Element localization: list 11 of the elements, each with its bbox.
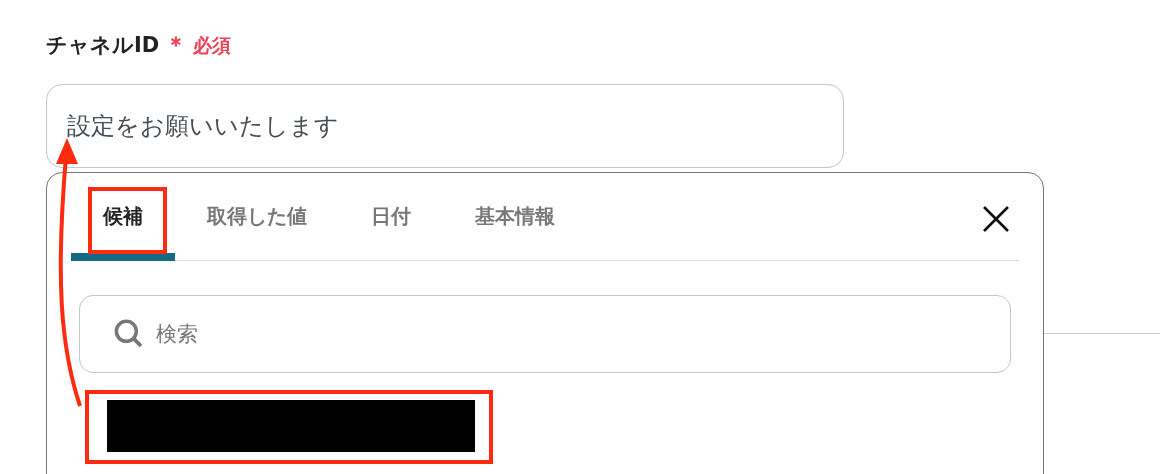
tab[interactable]: 基本情報 <box>443 201 587 261</box>
required-mark: ＊ <box>165 31 188 59</box>
channel-id-field[interactable]: 設定をお願いいたします <box>46 84 844 168</box>
search-field[interactable]: 検索 <box>79 295 1011 373</box>
search-icon <box>113 318 145 350</box>
tab[interactable]: 日付 <box>339 201 443 261</box>
close-icon[interactable] <box>981 204 1011 234</box>
required-text: 必須 <box>193 33 232 58</box>
tab[interactable]: 候補 <box>71 201 175 261</box>
field-label: チャネルID <box>46 32 160 59</box>
tab[interactable]: 取得した値 <box>175 201 339 261</box>
